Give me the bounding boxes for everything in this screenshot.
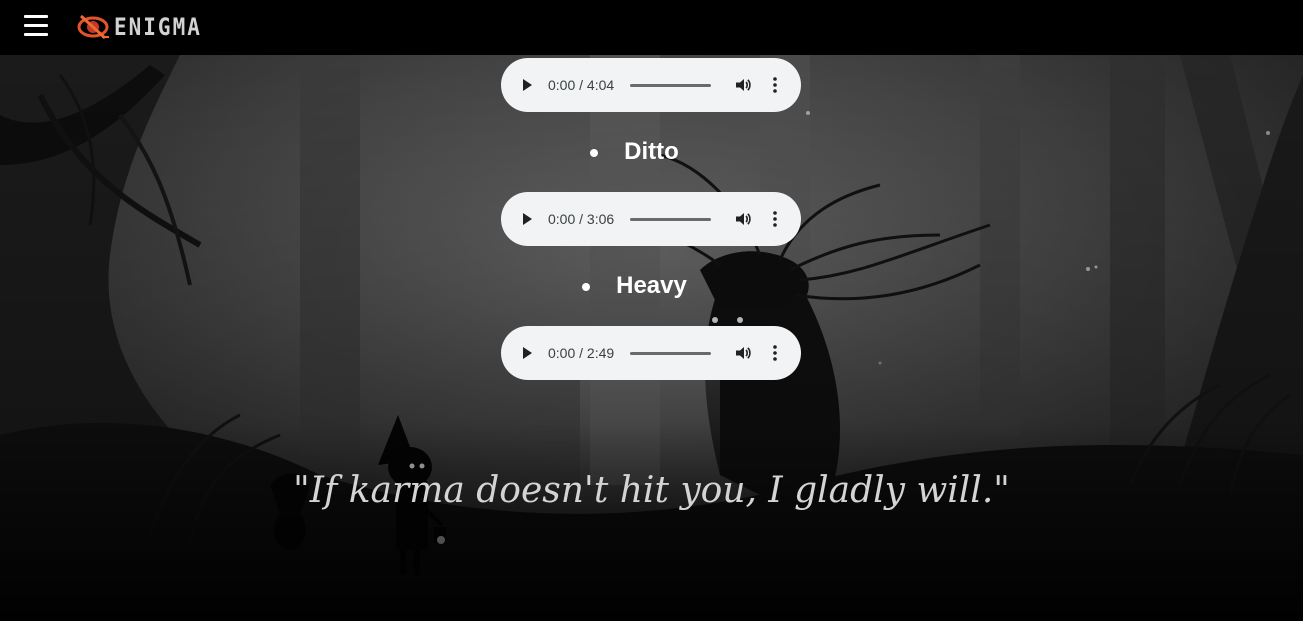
top-navbar: ENIGMA <box>0 0 1303 55</box>
list-bullet <box>590 149 599 157</box>
audio-player[interactable]: 0:00 / 3:06 <box>501 192 801 246</box>
logo-text: ENIGMA <box>114 13 202 41</box>
audio-progress-slider[interactable] <box>630 84 711 87</box>
volume-icon[interactable] <box>734 344 752 362</box>
volume-icon[interactable] <box>734 210 752 228</box>
play-icon[interactable] <box>519 345 535 361</box>
song-list-item: Ditto <box>0 137 1303 167</box>
audio-player[interactable]: 0:00 / 4:04 <box>501 58 801 112</box>
hamburger-menu-icon[interactable] <box>24 14 48 38</box>
audio-progress-slider[interactable] <box>630 352 711 355</box>
song-title: Heavy <box>616 272 687 299</box>
audio-time: 0:00 / 2:49 <box>548 345 615 361</box>
audio-progress-slider[interactable] <box>630 218 711 221</box>
song-list-item: Heavy <box>0 271 1303 301</box>
song-title: Ditto <box>624 138 679 165</box>
more-options-icon[interactable] <box>767 344 783 362</box>
play-icon[interactable] <box>519 211 535 227</box>
more-options-icon[interactable] <box>767 210 783 228</box>
more-options-icon[interactable] <box>767 76 783 94</box>
audio-time: 0:00 / 4:04 <box>548 77 615 93</box>
eye-logo-icon <box>77 14 109 40</box>
list-bullet <box>582 283 591 291</box>
quote-text: "If karma doesn't hit you, I gladly will… <box>293 470 1010 511</box>
audio-player[interactable]: 0:00 / 2:49 <box>501 326 801 380</box>
volume-icon[interactable] <box>734 76 752 94</box>
audio-time: 0:00 / 3:06 <box>548 211 615 227</box>
play-icon[interactable] <box>519 77 535 93</box>
site-logo[interactable]: ENIGMA <box>76 10 202 44</box>
